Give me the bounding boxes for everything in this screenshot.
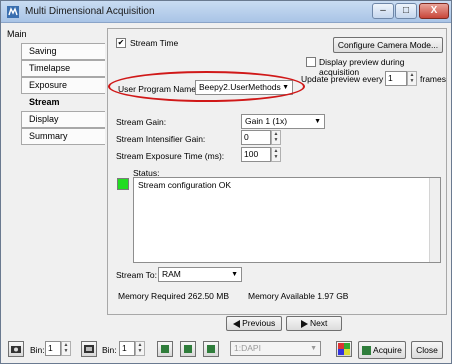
exposure-time-spinner[interactable]: ▲ ▼: [271, 147, 281, 162]
chevron-down-icon: ▼: [310, 345, 317, 352]
channel-green2-icon[interactable]: [180, 341, 196, 357]
stream-to-label: Stream To:: [116, 270, 157, 280]
maximize-button[interactable]: □: [395, 3, 417, 19]
memory-required: Memory Required 262.50 MB: [118, 291, 230, 301]
channel-green3-icon[interactable]: [203, 341, 219, 357]
status-text: Stream configuration OK: [138, 180, 232, 190]
acquire-button[interactable]: Acquire: [358, 341, 406, 359]
minimize-button[interactable]: –: [372, 3, 394, 19]
nav-tree: Main Saving Timelapse Exposure Stream Di…: [1, 23, 107, 330]
close-button[interactable]: Close: [411, 341, 443, 359]
intensifier-gain-spinner[interactable]: ▲ ▼: [271, 130, 281, 145]
close-window-button[interactable]: X: [419, 3, 449, 19]
frames-label: frames: [420, 74, 446, 84]
status-scrollbar[interactable]: [429, 178, 440, 262]
previous-label: Previous: [242, 318, 276, 328]
status-indicator: [117, 178, 129, 190]
bottom-toolbar: Bin: 1 ▲ ▼ Bin: 1 ▲ ▼ 1:DAPI ▼ Acquire Clo…: [1, 333, 451, 363]
nav-main[interactable]: Main: [7, 29, 27, 39]
intensifier-gain-input[interactable]: 0: [241, 130, 271, 145]
previous-button[interactable]: Previous: [226, 316, 282, 331]
acquisition-window: Multi Dimensional Acquisition – □ X Main…: [0, 0, 452, 364]
stream-panel: ✔ Stream Time Configure Camera Mode... D…: [107, 28, 447, 315]
color-grid-icon[interactable]: [336, 341, 352, 357]
status-indicator-fill: [118, 179, 128, 189]
window-title: Multi Dimensional Acquisition: [25, 6, 155, 17]
nav-item-stream[interactable]: Stream: [21, 94, 105, 111]
right-arrow-icon: [300, 319, 308, 328]
exposure-time-input[interactable]: 100: [241, 147, 271, 162]
acquire-icon: [362, 346, 372, 356]
update-preview-label: Update preview every: [301, 74, 384, 84]
update-preview-input[interactable]: 1: [385, 71, 407, 86]
acquire-label: Acquire: [373, 345, 402, 355]
bin-label: Bin:: [30, 345, 45, 355]
next-button[interactable]: Next: [286, 316, 342, 331]
stream-gain-select[interactable]: Gain 1 (1x) ▼: [241, 114, 325, 129]
intensifier-gain-label: Stream Intensifier Gain:: [116, 134, 206, 144]
highlight-annotation: [108, 71, 305, 102]
display-preview-checkbox[interactable]: [306, 57, 316, 67]
nav-item-exposure[interactable]: Exposure: [21, 77, 105, 94]
app-icon: [7, 6, 19, 18]
bin-input[interactable]: 1: [45, 341, 61, 356]
exposure-time-label: Stream Exposure Time (ms):: [116, 151, 225, 161]
bin2-spinner[interactable]: ▲ ▼: [135, 341, 145, 356]
bin2-input[interactable]: 1: [119, 341, 135, 356]
channel-select[interactable]: 1:DAPI ▼: [230, 341, 321, 356]
update-preview-spinner[interactable]: ▲ ▼: [407, 71, 417, 86]
stream-to-value: RAM: [162, 269, 181, 279]
title-bar: Multi Dimensional Acquisition – □ X: [1, 1, 451, 23]
live-camera-icon[interactable]: [81, 341, 97, 357]
stream-gain-label: Stream Gain:: [116, 117, 167, 127]
left-arrow-icon: [232, 319, 240, 328]
chevron-down-icon: ▼: [314, 118, 321, 125]
stream-gain-value: Gain 1 (1x): [245, 116, 288, 126]
memory-available: Memory Available 1.97 GB: [248, 291, 349, 301]
nav-item-display[interactable]: Display: [21, 111, 105, 128]
bin2-label: Bin:: [102, 345, 117, 355]
nav-item-saving[interactable]: Saving: [21, 43, 105, 60]
status-textbox[interactable]: Stream configuration OK: [133, 177, 441, 263]
camera-icon[interactable]: [8, 341, 24, 357]
nav-item-summary[interactable]: Summary: [21, 128, 105, 145]
channel-green-icon[interactable]: [157, 341, 173, 357]
stream-to-select[interactable]: RAM ▼: [158, 267, 242, 282]
bin-spinner[interactable]: ▲ ▼: [61, 341, 71, 356]
configure-camera-mode-button[interactable]: Configure Camera Mode...: [333, 37, 443, 53]
next-label: Next: [309, 318, 328, 328]
stream-time-label: Stream Time: [130, 38, 179, 48]
nav-item-timelapse[interactable]: Timelapse: [21, 60, 105, 77]
chevron-down-icon: ▼: [231, 271, 238, 278]
channel-value: 1:DAPI: [234, 343, 261, 353]
stream-time-checkbox[interactable]: ✔: [116, 38, 126, 48]
